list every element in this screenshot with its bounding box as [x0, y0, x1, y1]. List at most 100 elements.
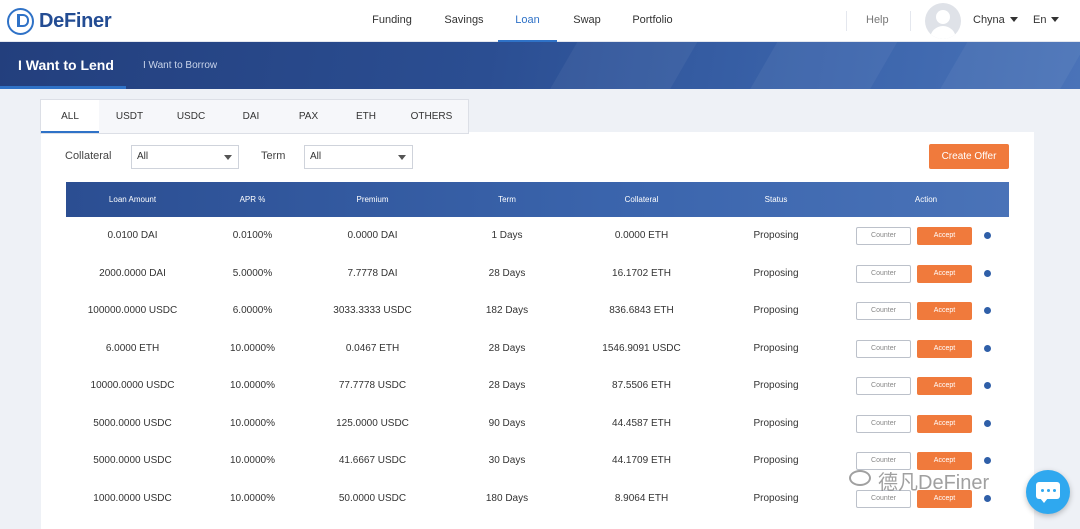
- banner-decoration: [921, 42, 1080, 89]
- table-row: 10000.0000 USDC 10.0000% 77.7778 USDC 28…: [66, 367, 1009, 405]
- loan-amount-cell: 100000.0000 USDC: [87, 305, 178, 316]
- chat-dot: [1047, 489, 1050, 492]
- banner-decoration: [731, 42, 909, 89]
- nav-item-loan[interactable]: Loan: [498, 0, 557, 42]
- avatar[interactable]: [925, 3, 961, 39]
- collateral-select-value: All: [137, 151, 149, 162]
- collateral-cell: 8.9064 ETH: [614, 492, 669, 504]
- loan-amount-cell: 6.0000 ETH: [105, 342, 160, 354]
- info-icon[interactable]: [984, 344, 991, 352]
- asset-tab-others[interactable]: OTHERS: [395, 100, 468, 133]
- language-selector[interactable]: En: [1033, 0, 1046, 40]
- help-link[interactable]: Help: [866, 0, 889, 40]
- status-cell: Proposing: [753, 492, 799, 504]
- loan-mode-banner: I Want to Lend I Want to Borrow: [0, 42, 1080, 89]
- collateral-cell: 836.6843 ETH: [609, 305, 674, 316]
- loan-amount-cell: 10000.0000 USDC: [90, 380, 175, 391]
- asset-tab-eth[interactable]: ETH: [337, 100, 395, 133]
- tab-lend[interactable]: I Want to Lend: [18, 42, 114, 89]
- active-tab-indicator: [0, 86, 126, 89]
- status-cell: Proposing: [753, 380, 799, 391]
- status-cell: Proposing: [753, 342, 799, 354]
- counter-button[interactable]: Counter: [856, 227, 911, 245]
- accept-button[interactable]: Accept: [917, 302, 972, 320]
- column-header-collateral[interactable]: Collateral: [575, 182, 708, 217]
- apr-cell: 10.0000%: [229, 455, 276, 466]
- counter-button[interactable]: Counter: [856, 302, 911, 320]
- accept-button[interactable]: Accept: [917, 227, 972, 245]
- term-cell: 182 Days: [485, 305, 529, 316]
- counter-button[interactable]: Counter: [856, 339, 911, 358]
- chevron-down-icon: [224, 155, 232, 160]
- counter-button[interactable]: Counter: [856, 377, 911, 395]
- status-cell: Proposing: [753, 417, 799, 429]
- apr-cell: 10.0000%: [229, 380, 276, 391]
- banner-decoration: [531, 42, 709, 89]
- column-header-loan-amount[interactable]: Loan Amount: [66, 182, 199, 217]
- accept-button[interactable]: Accept: [917, 339, 972, 358]
- premium-cell: 7.7778 DAI: [347, 267, 398, 279]
- loan-amount-cell: 5000.0000 USDC: [93, 455, 172, 466]
- term-select-value: All: [310, 151, 322, 162]
- nav-item-swap[interactable]: Swap: [566, 0, 608, 42]
- nav-item-savings[interactable]: Savings: [437, 0, 491, 42]
- counter-button[interactable]: Counter: [856, 264, 911, 283]
- tab-borrow[interactable]: I Want to Borrow: [143, 42, 217, 89]
- asset-tab-usdc[interactable]: USDC: [160, 100, 222, 133]
- info-icon[interactable]: [984, 232, 991, 239]
- term-cell: 30 Days: [488, 455, 526, 466]
- accept-button[interactable]: Accept: [917, 264, 972, 283]
- avatar-head: [936, 10, 950, 24]
- accept-button[interactable]: Accept: [917, 377, 972, 395]
- create-offer-button[interactable]: Create Offer: [929, 144, 1009, 169]
- counter-button[interactable]: Counter: [856, 414, 911, 433]
- chat-dot: [1053, 489, 1056, 492]
- column-header-premium[interactable]: Premium: [306, 182, 439, 217]
- definer-logo-icon: [7, 7, 34, 35]
- nav-divider: [910, 11, 911, 31]
- info-icon[interactable]: [984, 419, 991, 427]
- premium-cell: 125.0000 USDC: [336, 417, 409, 429]
- table-row: 2000.0000 DAI 5.0000% 7.7778 DAI 28 Days…: [66, 255, 1009, 293]
- table-row: 6.0000 ETH 10.0000% 0.0467 ETH 28 Days 1…: [66, 330, 1009, 368]
- asset-tab-dai[interactable]: DAI: [222, 100, 280, 133]
- column-header-apr[interactable]: APR %: [199, 182, 306, 217]
- watermark-text: 德凡DeFiner: [848, 466, 989, 495]
- info-icon[interactable]: [984, 457, 991, 464]
- asset-filter-tabs: ALL USDT USDC DAI PAX ETH OTHERS: [40, 99, 469, 134]
- chat-support-button[interactable]: [1026, 470, 1070, 514]
- apr-cell: 10.0000%: [229, 342, 276, 354]
- term-select[interactable]: All: [304, 145, 413, 169]
- column-header-action: Action: [914, 195, 938, 204]
- asset-tab-usdt[interactable]: USDT: [99, 100, 160, 133]
- info-icon[interactable]: [984, 307, 991, 314]
- avatar-body: [930, 26, 956, 39]
- table-row: 100000.0000 USDC 6.0000% 3033.3333 USDC …: [66, 292, 1009, 330]
- watermark-label: 德凡DeFiner: [878, 472, 990, 494]
- chevron-down-icon[interactable]: [1051, 17, 1059, 22]
- info-icon[interactable]: [984, 269, 991, 277]
- term-cell: 28 Days: [488, 380, 526, 391]
- info-icon[interactable]: [984, 382, 991, 389]
- collateral-cell: 44.4587 ETH: [612, 417, 671, 429]
- top-navbar: DeFiner Funding Savings Loan Swap Portfo…: [0, 0, 1080, 42]
- collateral-cell: 1546.9091 USDC: [602, 342, 681, 354]
- accept-button[interactable]: Accept: [917, 414, 972, 433]
- asset-tab-all[interactable]: ALL: [41, 100, 99, 133]
- info-icon[interactable]: [984, 494, 991, 502]
- column-header-status: Status: [764, 195, 788, 204]
- term-cell: 180 Days: [485, 492, 529, 504]
- column-header-term[interactable]: Term: [439, 182, 575, 217]
- collateral-select[interactable]: All: [131, 145, 239, 169]
- nav-item-portfolio[interactable]: Portfolio: [624, 0, 681, 42]
- apr-cell: 6.0000%: [232, 305, 273, 316]
- apr-cell: 10.0000%: [229, 417, 276, 429]
- chevron-down-icon: [398, 155, 406, 160]
- asset-tab-pax[interactable]: PAX: [280, 100, 337, 133]
- chevron-down-icon[interactable]: [1010, 17, 1018, 22]
- logo[interactable]: DeFiner: [7, 7, 112, 35]
- user-menu[interactable]: Chyna: [973, 0, 1005, 40]
- nav-item-funding[interactable]: Funding: [364, 0, 420, 42]
- loan-amount-cell: 5000.0000 USDC: [93, 417, 172, 429]
- premium-cell: 41.6667 USDC: [338, 455, 407, 466]
